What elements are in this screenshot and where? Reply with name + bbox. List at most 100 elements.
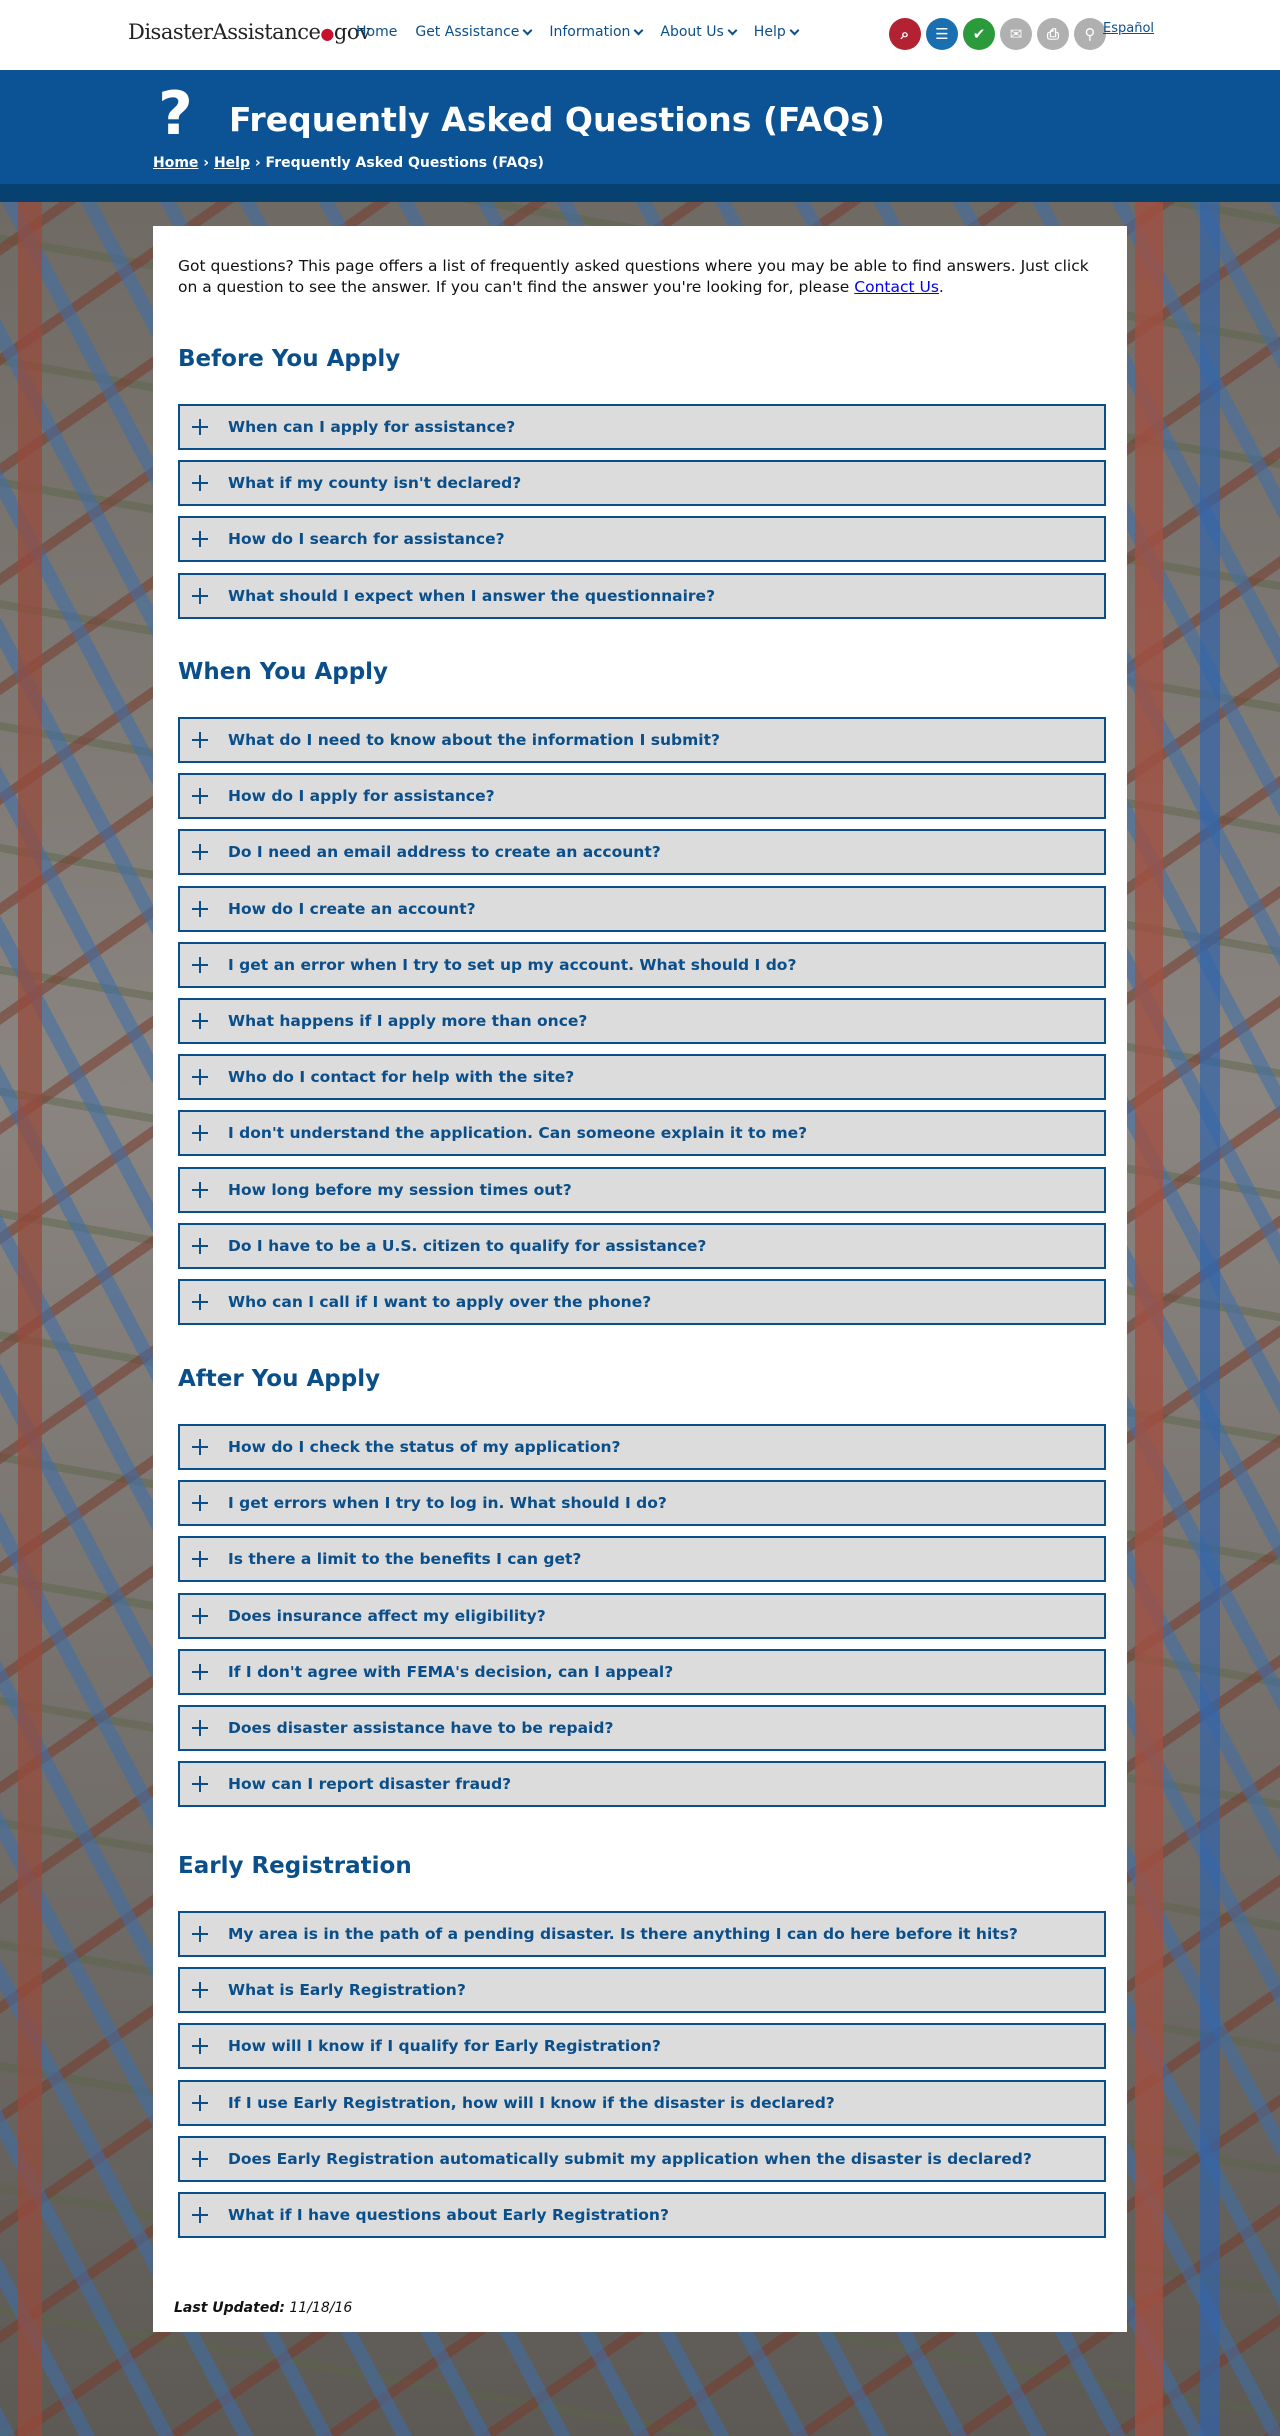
faq-accordion-item[interactable]: If I use Early Registration, how will I … xyxy=(178,2080,1106,2126)
nav-about-us[interactable]: About Us xyxy=(660,24,738,40)
breadcrumb-home-link[interactable]: Home xyxy=(153,155,198,171)
faq-question: How do I apply for assistance? xyxy=(228,787,495,805)
question-mark-icon: ? xyxy=(158,79,193,149)
faq-accordion-item[interactable]: Do I need an email address to create an … xyxy=(178,829,1106,875)
top-navigation: DisasterAssistance●gov Home Get Assistanc… xyxy=(0,0,1280,70)
logo-dot: ● xyxy=(320,24,334,43)
faq-question: How do I check the status of my applicat… xyxy=(228,1438,621,1456)
faq-question: What do I need to know about the informa… xyxy=(228,731,720,749)
section-heading: When You Apply xyxy=(178,659,389,685)
section-heading: After You Apply xyxy=(178,1366,381,1392)
search-document-icon[interactable]: ⌕ xyxy=(889,18,921,50)
language-toggle-link[interactable]: Español xyxy=(1103,21,1154,36)
clipboard-icon[interactable]: ☰ xyxy=(926,18,958,50)
faq-accordion-item[interactable]: What if my county isn't declared? xyxy=(178,460,1106,506)
plus-icon xyxy=(192,730,212,750)
faq-question: How long before my session times out? xyxy=(228,1181,572,1199)
faq-question: My area is in the path of a pending disa… xyxy=(228,1925,1018,1943)
plus-icon xyxy=(192,955,212,975)
intro-paragraph: Got questions? This page offers a list o… xyxy=(178,256,1098,298)
faq-accordion-item[interactable]: How do I create an account? xyxy=(178,886,1106,932)
faq-accordion-item[interactable]: How do I check the status of my applicat… xyxy=(178,1424,1106,1470)
chevron-down-icon xyxy=(522,25,533,36)
faq-question: Does insurance affect my eligibility? xyxy=(228,1607,546,1625)
nav-get-assistance[interactable]: Get Assistance xyxy=(415,24,533,40)
faq-accordion-item[interactable]: If I don't agree with FEMA's decision, c… xyxy=(178,1649,1106,1695)
nav-information[interactable]: Information xyxy=(549,24,644,40)
faq-accordion-item[interactable]: Who do I contact for help with the site? xyxy=(178,1054,1106,1100)
breadcrumb: Home › Help › Frequently Asked Questions… xyxy=(153,155,544,171)
breadcrumb-current: Frequently Asked Questions (FAQs) xyxy=(265,155,544,171)
plus-icon xyxy=(192,2205,212,2225)
chevron-down-icon xyxy=(727,25,738,36)
plus-icon xyxy=(192,1774,212,1794)
faq-question: What if my county isn't declared? xyxy=(228,474,522,492)
plus-icon xyxy=(192,417,212,437)
faq-accordion-item[interactable]: What should I expect when I answer the q… xyxy=(178,573,1106,619)
faq-question: If I don't agree with FEMA's decision, c… xyxy=(228,1663,674,1681)
plus-icon xyxy=(192,1493,212,1513)
plus-icon xyxy=(192,2093,212,2113)
faq-accordion-item[interactable]: How do I apply for assistance? xyxy=(178,773,1106,819)
faq-question: How will I know if I qualify for Early R… xyxy=(228,2037,661,2055)
nav-label: About Us xyxy=(660,24,724,40)
faq-accordion-item[interactable]: My area is in the path of a pending disa… xyxy=(178,1911,1106,1957)
email-icon[interactable]: ✉ xyxy=(1000,18,1032,50)
intro-end: . xyxy=(938,278,944,296)
nav-label: Help xyxy=(753,24,786,40)
faq-accordion-item[interactable]: Does Early Registration automatically su… xyxy=(178,2136,1106,2182)
contact-us-link[interactable]: Contact Us xyxy=(854,278,939,296)
nav-label: Information xyxy=(549,24,631,40)
faq-accordion-item[interactable]: How can I report disaster fraud? xyxy=(178,1761,1106,1807)
section-heading: Before You Apply xyxy=(178,346,401,372)
faq-question: Who can I call if I want to apply over t… xyxy=(228,1293,652,1311)
faq-accordion-item[interactable]: What is Early Registration? xyxy=(178,1967,1106,2013)
nav-label: Get Assistance xyxy=(415,24,520,40)
plus-icon xyxy=(192,1437,212,1457)
section-heading: Early Registration xyxy=(178,1853,412,1879)
breadcrumb-separator: › xyxy=(250,155,266,171)
plus-icon xyxy=(192,1980,212,2000)
plus-icon xyxy=(192,1549,212,1569)
plus-icon xyxy=(192,473,212,493)
plus-icon xyxy=(192,1011,212,1031)
plus-icon xyxy=(192,1606,212,1626)
faq-accordion-item[interactable]: Is there a limit to the benefits I can g… xyxy=(178,1536,1106,1582)
search-icon[interactable]: ⚲ xyxy=(1074,18,1106,50)
faq-question: What happens if I apply more than once? xyxy=(228,1012,588,1030)
breadcrumb-separator: › xyxy=(198,155,214,171)
faq-accordion-item[interactable]: Who can I call if I want to apply over t… xyxy=(178,1279,1106,1325)
plus-icon xyxy=(192,1662,212,1682)
faq-accordion-item[interactable]: Does insurance affect my eligibility? xyxy=(178,1593,1106,1639)
background-pillar xyxy=(1135,202,1163,2436)
breadcrumb-help-link[interactable]: Help xyxy=(214,155,250,171)
checkmark-icon[interactable]: ✔ xyxy=(963,18,995,50)
nav-help[interactable]: Help xyxy=(753,24,800,40)
chevron-down-icon xyxy=(633,25,644,36)
faq-question: What is Early Registration? xyxy=(228,1981,466,1999)
last-updated-label: Last Updated: xyxy=(174,2300,285,2316)
faq-question: Does Early Registration automatically su… xyxy=(228,2150,1032,2168)
faq-accordion-item[interactable]: I don't understand the application. Can … xyxy=(178,1110,1106,1156)
banner-divider xyxy=(0,184,1280,202)
faq-accordion-item[interactable]: How long before my session times out? xyxy=(178,1167,1106,1213)
nav-label: Home xyxy=(356,24,398,40)
faq-accordion-item[interactable]: I get an error when I try to set up my a… xyxy=(178,942,1106,988)
faq-question: How can I report disaster fraud? xyxy=(228,1775,512,1793)
faq-accordion-item[interactable]: Do I have to be a U.S. citizen to qualif… xyxy=(178,1223,1106,1269)
nav-home[interactable]: Home xyxy=(356,24,397,40)
faq-accordion-item[interactable]: Does disaster assistance have to be repa… xyxy=(178,1705,1106,1751)
faq-accordion-item[interactable]: How do I search for assistance? xyxy=(178,516,1106,562)
faq-accordion-item[interactable]: What happens if I apply more than once? xyxy=(178,998,1106,1044)
faq-content-card: Got questions? This page offers a list o… xyxy=(153,226,1127,2332)
plus-icon xyxy=(192,786,212,806)
faq-question: Is there a limit to the benefits I can g… xyxy=(228,1550,582,1568)
faq-accordion-item[interactable]: When can I apply for assistance? xyxy=(178,404,1106,450)
print-icon[interactable]: ⎙ xyxy=(1037,18,1069,50)
faq-accordion-item[interactable]: What do I need to know about the informa… xyxy=(178,717,1106,763)
site-logo[interactable]: DisasterAssistance●gov xyxy=(128,20,371,44)
faq-accordion-item[interactable]: What if I have questions about Early Reg… xyxy=(178,2192,1106,2238)
faq-question: How do I create an account? xyxy=(228,900,476,918)
faq-accordion-item[interactable]: How will I know if I qualify for Early R… xyxy=(178,2023,1106,2069)
faq-accordion-item[interactable]: I get errors when I try to log in. What … xyxy=(178,1480,1106,1526)
